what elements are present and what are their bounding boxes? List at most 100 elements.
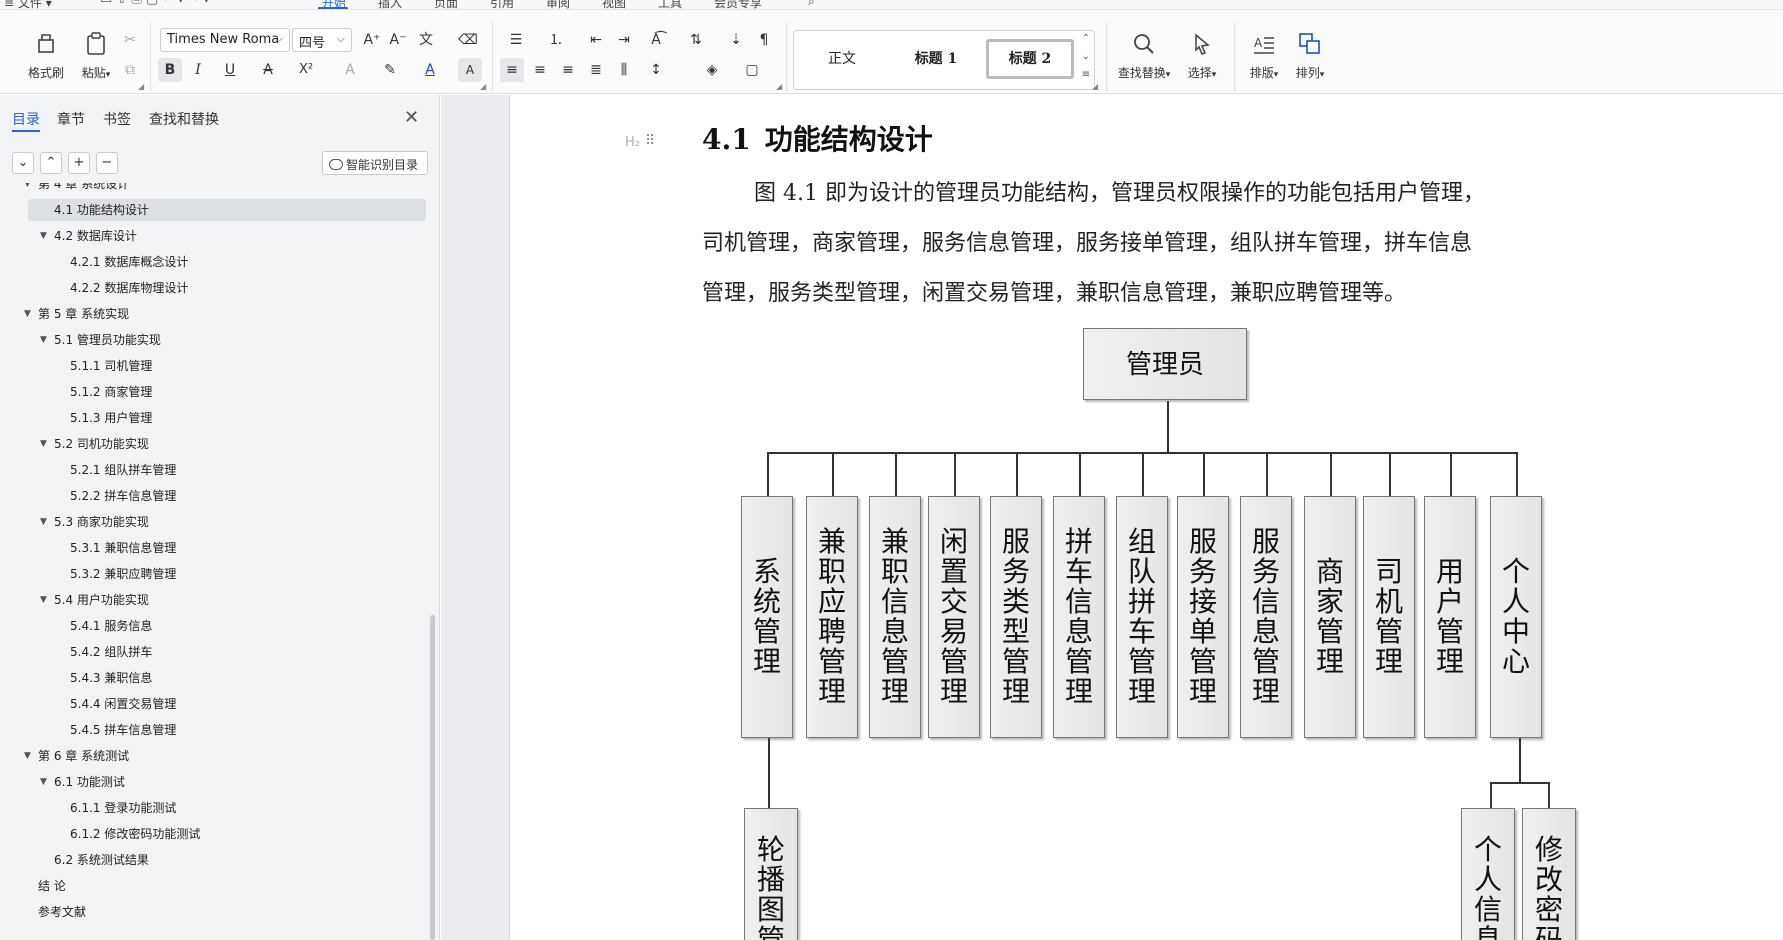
font-name-select[interactable]: Times New Roma ⌵	[160, 28, 290, 52]
underline-button[interactable]: U	[218, 58, 242, 82]
toc-item[interactable]: 5.3.2 兼职应聘管理	[0, 563, 430, 585]
toc-item[interactable]: 结 论	[0, 875, 430, 897]
expand-toggle-icon[interactable]: ▼	[24, 303, 31, 325]
paragraph-spacing-icon[interactable]: ↕	[644, 58, 668, 82]
toc-item[interactable]: 4.2.2 数据库物理设计	[0, 277, 430, 299]
tab-view[interactable]: 视图	[602, 0, 626, 9]
expand-up-icon[interactable]: ⌃	[40, 152, 62, 174]
distributed-icon[interactable]: ⫼	[612, 58, 636, 82]
text-direction-icon[interactable]: A͡	[644, 28, 668, 52]
toc-item[interactable]: 5.3.1 兼职信息管理	[0, 537, 430, 559]
toc-item[interactable]: ▼ 4.2 数据库设计	[0, 225, 430, 247]
grow-font-icon[interactable]: A⁺	[360, 28, 384, 52]
tab-member[interactable]: 会员专享	[714, 0, 762, 9]
paragraph-line[interactable]: 管理，服务类型管理，闲置交易管理，兼职信息管理，兼职应聘管理等。	[702, 275, 1406, 307]
toc-item[interactable]: 5.4.3 兼职信息	[0, 667, 430, 689]
toc-item[interactable]: 5.1.3 用户管理	[0, 407, 430, 429]
expand-toggle-icon[interactable]: ▼	[40, 433, 47, 455]
toc-item[interactable]: ▼ 5.4 用户功能实现	[0, 589, 430, 611]
border-icon[interactable]: ▢	[740, 58, 764, 82]
tab-tools[interactable]: 工具	[658, 0, 682, 9]
clear-format-icon[interactable]: ⌫	[456, 28, 480, 52]
expand-toggle-icon[interactable]: ▼	[40, 771, 47, 793]
toc-item[interactable]: 4.2.1 数据库概念设计	[0, 251, 430, 273]
toc-item[interactable]: ▼ 5.2 司机功能实现	[0, 433, 430, 455]
dialog-launcher-icon[interactable]: ◢	[1092, 82, 1098, 91]
justify-icon[interactable]: ≣	[584, 58, 608, 82]
dialog-launcher-icon[interactable]: ◢	[776, 82, 782, 91]
collapse-all-icon[interactable]: ⌄	[12, 152, 34, 174]
toc-item[interactable]: 5.4.1 服务信息	[0, 615, 430, 637]
toc-item[interactable]: 5.1.2 商家管理	[0, 381, 430, 403]
tab-review[interactable]: 审阅	[546, 0, 570, 9]
toc-item[interactable]: 6.1.2 修改密码功能测试	[0, 823, 430, 845]
close-icon[interactable]: ✕	[404, 107, 419, 128]
toc-item[interactable]: 6.2 系统测试结果	[0, 849, 430, 871]
nav-tab-bookmarks[interactable]: 书签	[103, 109, 131, 129]
paragraph-line[interactable]: 图 4.1 即为设计的管理员功能结构，管理员权限操作的功能包括用户管理，	[754, 175, 1485, 207]
toc-item[interactable]: 5.2.2 拼车信息管理	[0, 485, 430, 507]
bullet-list-icon[interactable]: ☰	[504, 28, 528, 52]
add-heading-icon[interactable]: +	[68, 152, 90, 174]
gallery-down-icon[interactable]: ⌄	[1082, 51, 1090, 62]
char-shading-icon[interactable]: A	[458, 58, 482, 82]
gallery-up-icon[interactable]: ⌃	[1082, 33, 1090, 44]
toc-item[interactable]: 6.1.1 登录功能测试	[0, 797, 430, 819]
find-replace-button[interactable]: 查找替换▾	[1114, 30, 1174, 81]
menu-file[interactable]: ≡ 文件 ▾	[4, 0, 52, 9]
toc-item[interactable]: 参考文献	[0, 901, 430, 923]
style-heading-1[interactable]: 标题 1	[892, 39, 980, 79]
search-icon[interactable]: ⌕	[808, 0, 815, 9]
expand-toggle-icon[interactable]: ▼	[40, 511, 47, 533]
format-painter-button[interactable]: 格式刷	[26, 30, 66, 81]
nav-tab-toc[interactable]: 目录	[12, 109, 40, 129]
strikethrough-icon[interactable]: A	[256, 58, 280, 82]
toc-item[interactable]: 5.2.1 组队拼车管理	[0, 459, 430, 481]
text-effect-icon[interactable]: A	[338, 58, 362, 82]
remove-heading-icon[interactable]: −	[96, 152, 118, 174]
expand-toggle-icon[interactable]: ▼	[40, 225, 47, 247]
quick-access-icons[interactable]: ▭ ⇧ ⎙ ▢ ↶ ▾ ↷ ▾	[100, 0, 210, 7]
numbered-list-icon[interactable]: ⒈	[544, 28, 568, 52]
tab-references[interactable]: 引用	[490, 0, 514, 9]
select-button[interactable]: 选择▾	[1180, 30, 1224, 81]
smart-toc-button[interactable]: 智能识别目录	[322, 151, 428, 175]
tab-insert[interactable]: 插入	[378, 0, 402, 9]
increase-indent-icon[interactable]: ⇥	[612, 28, 636, 52]
toc-item[interactable]: ▼ 5.3 商家功能实现	[0, 511, 430, 533]
toc-item[interactable]: ▼ 第 5 章 系统实现	[0, 303, 430, 325]
sort-icon[interactable]: ⇣	[724, 28, 748, 52]
shrink-font-icon[interactable]: A⁻	[386, 28, 410, 52]
toc-item[interactable]: ▼ 第 6 章 系统测试	[0, 745, 430, 767]
toc-item[interactable]: ▼ 第 4 章 系统设计	[0, 183, 430, 195]
decrease-indent-icon[interactable]: ⇤	[584, 28, 608, 52]
typesetting-button[interactable]: A 排版▾	[1244, 30, 1284, 81]
line-spacing-icon[interactable]: ⇅	[684, 28, 708, 52]
nav-tab-find-replace[interactable]: 查找和替换	[149, 109, 219, 129]
style-normal[interactable]: 正文	[798, 39, 886, 79]
bold-button[interactable]: B	[158, 58, 182, 82]
font-size-select[interactable]: 四号 ⌵	[292, 28, 352, 52]
align-right-icon[interactable]: ≡	[556, 58, 580, 82]
nav-scrollbar[interactable]	[430, 615, 435, 940]
tab-page[interactable]: 页面	[434, 0, 458, 9]
align-left-icon[interactable]: ≡	[500, 58, 524, 82]
toc-item[interactable]: 4.1 功能结构设计	[0, 199, 430, 221]
expand-toggle-icon[interactable]: ▼	[40, 589, 47, 611]
drag-handle-icon[interactable]: ⠿	[645, 133, 655, 149]
shading-icon[interactable]: ◈	[700, 58, 724, 82]
copy-icon[interactable]: ⧉	[118, 58, 142, 82]
expand-toggle-icon[interactable]: ▼	[40, 329, 47, 351]
highlight-icon[interactable]: ✎	[378, 58, 402, 82]
expand-toggle-icon[interactable]: ▼	[24, 183, 31, 195]
phonetic-guide-icon[interactable]: 文	[414, 28, 438, 52]
toc-item[interactable]: 5.4.2 组队拼车	[0, 641, 430, 663]
toc-item[interactable]: 5.4.4 闲置交易管理	[0, 693, 430, 715]
dialog-launcher-icon[interactable]: ◢	[138, 82, 144, 91]
section-heading[interactable]: 4.1 功能结构设计	[702, 118, 933, 158]
toc-item[interactable]: 5.4.5 拼车信息管理	[0, 719, 430, 741]
paste-button[interactable]: 粘贴▾	[74, 30, 118, 81]
align-center-icon[interactable]: ≡	[528, 58, 552, 82]
superscript-button[interactable]: X²	[294, 58, 318, 82]
style-heading-2[interactable]: 标题 2	[986, 39, 1074, 79]
